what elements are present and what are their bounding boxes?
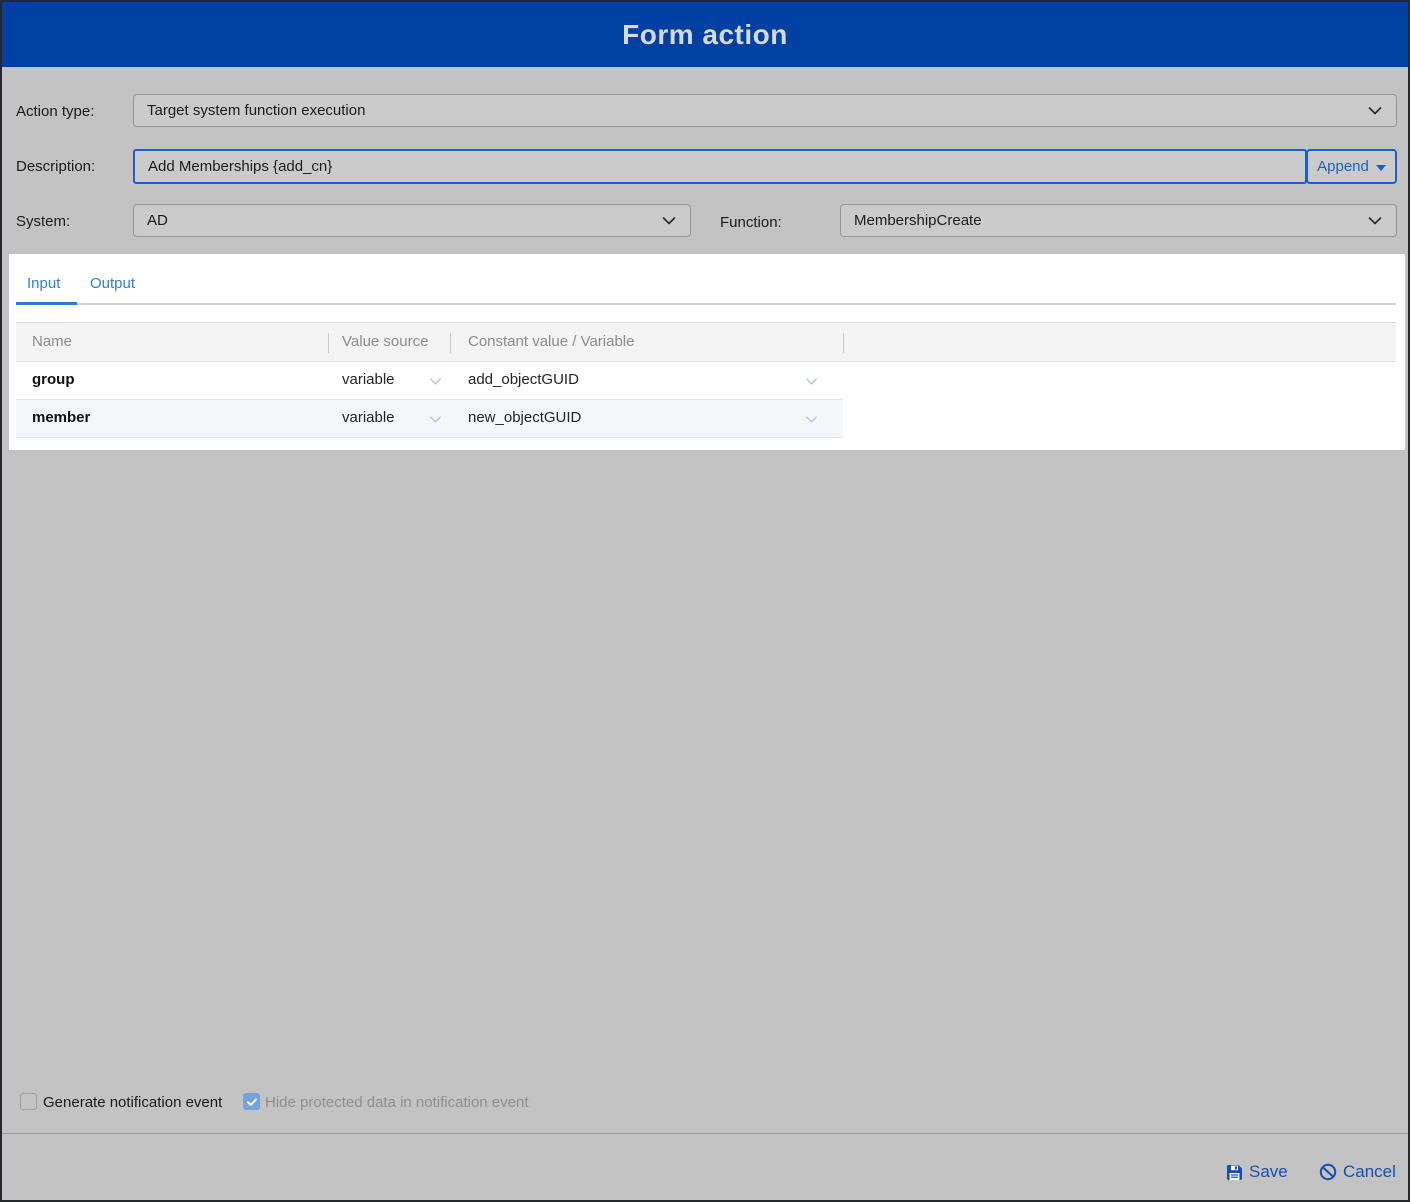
column-divider: [843, 333, 844, 353]
chevron-down-icon[interactable]: [804, 412, 819, 432]
generate-notification-label: Generate notification event: [43, 1094, 222, 1111]
dialog-title: Form action: [622, 19, 788, 51]
chevron-down-icon: [1367, 213, 1383, 233]
value-source-select[interactable]: variable: [342, 371, 395, 388]
column-divider: [450, 333, 451, 353]
action-type-value: Target system function execution: [147, 102, 365, 119]
variable-select[interactable]: add_objectGUID: [468, 371, 579, 388]
column-header-constant-value: Constant value / Variable: [468, 333, 635, 350]
chevron-down-icon[interactable]: [804, 374, 819, 394]
cancel-icon: [1319, 1163, 1337, 1181]
checkmark-icon: [246, 1096, 258, 1108]
system-select[interactable]: AD: [133, 204, 691, 237]
cancel-button-label: Cancel: [1343, 1162, 1396, 1182]
description-input[interactable]: Add Memberships {add_cn}: [133, 149, 1307, 184]
save-icon: [1226, 1164, 1243, 1181]
tab-input[interactable]: Input: [27, 275, 60, 292]
function-select[interactable]: MembershipCreate: [840, 204, 1397, 237]
dropdown-arrow-icon: [1376, 165, 1386, 171]
hide-protected-data-label: Hide protected data in notification even…: [265, 1094, 529, 1111]
chevron-down-icon: [661, 213, 677, 233]
parameters-panel: Input Output Name Value source Constant …: [9, 254, 1405, 450]
cancel-button[interactable]: Cancel: [1319, 1162, 1396, 1182]
function-value: MembershipCreate: [854, 212, 982, 229]
action-type-label: Action type:: [16, 103, 94, 120]
function-label: Function:: [720, 214, 782, 231]
param-name: group: [32, 371, 75, 388]
description-label: Description:: [16, 158, 95, 175]
action-type-select[interactable]: Target system function execution: [133, 94, 1397, 127]
append-button-label: Append: [1317, 158, 1369, 175]
dialog-titlebar: Form action: [2, 2, 1408, 67]
system-value: AD: [147, 212, 168, 229]
hide-protected-data-checkbox[interactable]: [243, 1093, 260, 1110]
table-row-group: group variable add_objectGUID: [16, 362, 843, 400]
generate-notification-checkbox[interactable]: [20, 1093, 37, 1110]
chevron-down-icon[interactable]: [428, 412, 443, 432]
form-action-dialog: Form action Action type: Target system f…: [0, 0, 1410, 1202]
table-header-row: Name Value source Constant value / Varia…: [16, 323, 1396, 362]
value-source-select[interactable]: variable: [342, 409, 395, 426]
table-row-member: member variable new_objectGUID: [16, 400, 843, 438]
save-button-label: Save: [1249, 1162, 1288, 1182]
column-header-value-source: Value source: [342, 333, 428, 350]
system-label: System:: [16, 213, 70, 230]
variable-select[interactable]: new_objectGUID: [468, 409, 581, 426]
tab-output[interactable]: Output: [90, 275, 135, 292]
param-name: member: [32, 409, 90, 426]
chevron-down-icon: [1367, 103, 1383, 123]
column-header-name: Name: [32, 333, 72, 350]
chevron-down-icon[interactable]: [428, 374, 443, 394]
tab-bar-divider: [16, 303, 1396, 305]
parameters-table: Name Value source Constant value / Varia…: [16, 322, 1396, 437]
footer-divider: [2, 1133, 1408, 1134]
save-button[interactable]: Save: [1226, 1162, 1288, 1182]
column-divider: [328, 333, 329, 353]
active-tab-indicator: [16, 302, 77, 305]
append-button[interactable]: Append: [1306, 149, 1397, 184]
